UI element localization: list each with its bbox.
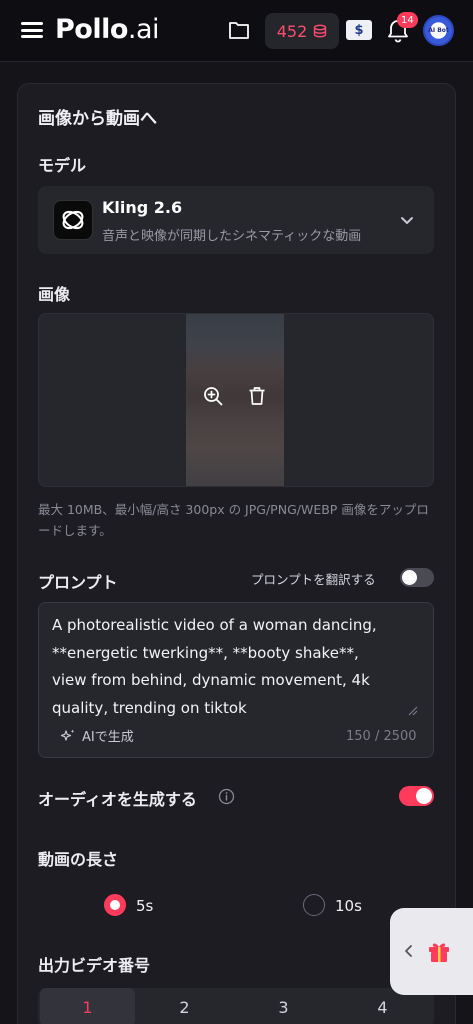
duration-label: 動画の長さ [38, 850, 119, 869]
pricing-ticket-icon[interactable]: $ [346, 20, 372, 40]
duration-radio-5s[interactable] [104, 894, 126, 916]
info-icon[interactable] [218, 788, 235, 805]
zoom-in-icon[interactable] [203, 386, 223, 406]
translate-prompt-label: プロンプトを翻訳する [251, 572, 376, 587]
generate-audio-toggle[interactable] [399, 786, 434, 806]
credits-count: 452 [276, 21, 308, 41]
char-count: 150 / 2500 [346, 729, 417, 744]
model-description: 音声と映像が同期したシネマティックな動画 [102, 229, 362, 244]
model-label: モデル [38, 156, 87, 175]
prompt-label: プロンプト [38, 573, 118, 592]
ai-generate-label: AIで生成 [82, 730, 134, 745]
sparkle-icon [60, 729, 75, 741]
chevron-down-icon[interactable] [399, 212, 415, 228]
ai-generate-button[interactable]: AIで生成 [60, 726, 134, 745]
folder-icon[interactable] [228, 20, 250, 40]
translate-prompt-toggle[interactable] [400, 568, 434, 587]
duration-radio-10s[interactable] [303, 894, 325, 916]
prompt-text[interactable]: A photorealistic video of a woman dancin… [52, 612, 422, 722]
image-hover-overlay [186, 314, 284, 486]
credits-button[interactable]: 452 [265, 13, 339, 49]
image-upload-hint: 最大 10MB、最小幅/高さ 300px の JPG/PNG/WEBP 画像をア… [38, 502, 429, 538]
model-name: Kling 2.6 [102, 198, 183, 217]
duration-option-label: 5s [136, 897, 154, 915]
app-logo[interactable]: Pollo.ai [55, 14, 160, 45]
trash-icon[interactable] [248, 386, 266, 406]
image-label: 画像 [38, 285, 71, 304]
menu-icon[interactable] [21, 20, 43, 40]
coin-icon [314, 24, 327, 38]
page-title: 画像から動画へ [38, 109, 157, 129]
kling-logo-icon [53, 200, 93, 240]
output-count-label: 出力ビデオ番号 [38, 956, 151, 975]
avatar[interactable]: AI Bot [423, 15, 454, 46]
duration-option-label: 10s [335, 897, 362, 915]
output-count-option-3[interactable]: 3 [236, 988, 331, 1024]
output-count-option-2[interactable]: 2 [137, 988, 232, 1024]
chevron-left-icon[interactable] [402, 944, 416, 958]
notification-badge: 14 [397, 12, 418, 28]
gift-icon[interactable] [426, 938, 452, 964]
output-count-option-1[interactable]: 1 [40, 988, 135, 1024]
resize-handle-icon[interactable] [408, 706, 418, 716]
generate-audio-label: オーディオを生成する [38, 790, 197, 809]
